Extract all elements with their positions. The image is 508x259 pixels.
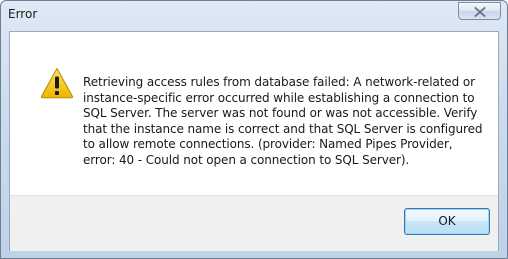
title-bar[interactable]: Error [1, 1, 507, 31]
button-bar: OK [10, 195, 498, 251]
ok-button[interactable]: OK [404, 208, 490, 235]
error-dialog-window: Error Retrieving access rules from datab… [0, 0, 508, 259]
close-icon [474, 7, 486, 17]
message-area: Retrieving access rules from database fa… [10, 32, 498, 195]
dialog-client-area: Retrieving access rules from database fa… [9, 31, 499, 251]
warning-icon [40, 67, 74, 99]
window-title: Error [8, 7, 38, 21]
close-button[interactable] [458, 2, 501, 20]
error-message: Retrieving access rules from database fa… [83, 75, 483, 167]
